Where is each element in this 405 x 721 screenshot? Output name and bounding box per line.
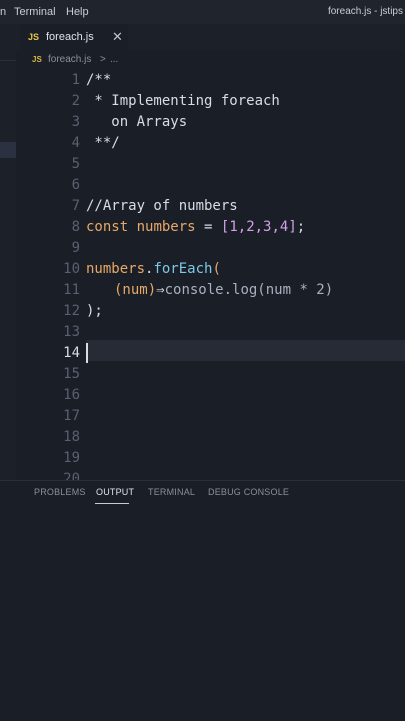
line-number: 4 (71, 135, 80, 151)
breadcrumb-separator: > (100, 54, 106, 65)
sidebar-divider (0, 60, 16, 61)
code-line: 4 **/ (16, 133, 405, 154)
line-number: 15 (63, 366, 80, 382)
line-number: 14 (63, 345, 80, 361)
code-line: 6 (16, 175, 405, 196)
line-number: 20 (63, 471, 80, 480)
bottom-panel: PROBLEMS OUTPUT TERMINAL DEBUG CONSOLE (0, 480, 405, 721)
line-number: 17 (63, 408, 80, 424)
code-line: 12 ); (16, 301, 405, 322)
javascript-file-icon: JS (28, 32, 40, 42)
code-line: 11 (num)⇒console.log(num * 2) (16, 280, 405, 301)
code-line: 19 (16, 448, 405, 469)
code-line-active: 14 (16, 343, 405, 364)
param-token: (num) (114, 282, 157, 298)
code-line: 2 * Implementing foreach (16, 91, 405, 112)
menu-item-help[interactable]: Help (66, 6, 89, 18)
array-literal-token: [1,2,3,4] (220, 219, 297, 235)
code-line: 20 (16, 469, 405, 480)
code-line: 15 (16, 364, 405, 385)
code-text: **/ (86, 135, 120, 151)
call-token: console.log(num * 2) (164, 282, 334, 298)
breadcrumb: JS foreach.js > ... (16, 50, 405, 70)
text-cursor (86, 343, 88, 363)
paren-token: ( (212, 261, 221, 277)
line-number: 8 (71, 219, 80, 235)
menu-item-partial[interactable]: n (0, 6, 6, 18)
code-line: 7 //Array of numbers (16, 196, 405, 217)
variable-token: numbers (136, 219, 196, 235)
tab-foreach-js[interactable]: JS foreach.js ✕ (20, 24, 128, 51)
operator-token: = (195, 219, 221, 235)
line-number: 7 (71, 198, 80, 214)
code-line: 17 (16, 406, 405, 427)
line-number: 6 (71, 177, 80, 193)
line-number: 19 (63, 450, 80, 466)
function-token: forEach (153, 261, 213, 277)
tab-label: foreach.js (46, 31, 94, 43)
code-text: numbers.forEach( (86, 261, 221, 277)
line-number: 10 (63, 261, 80, 277)
code-text: ); (86, 303, 103, 319)
code-line: 9 (16, 238, 405, 259)
editor-tab-bar: JS foreach.js ✕ (16, 24, 405, 51)
breadcrumb-more[interactable]: ... (110, 54, 118, 65)
code-line: 13 (16, 322, 405, 343)
code-line: 18 (16, 427, 405, 448)
breadcrumb-file[interactable]: foreach.js (48, 54, 91, 65)
line-number: 1 (71, 72, 80, 88)
line-number: 18 (63, 429, 80, 445)
tab-output[interactable]: OUTPUT (96, 487, 134, 497)
sidebar-selected-item[interactable] (0, 142, 16, 158)
arrow-token: ⇒ (156, 282, 165, 298)
code-line: 5 (16, 154, 405, 175)
code-text: (num)⇒console.log(num * 2) (114, 282, 333, 298)
code-text: const numbers = [1,2,3,4]; (86, 219, 305, 235)
close-icon[interactable]: ✕ (112, 29, 123, 45)
line-number: 12 (63, 303, 80, 319)
javascript-file-icon: JS (32, 55, 42, 64)
punctuation-token: ; (296, 219, 306, 235)
code-line: 3 on Arrays (16, 112, 405, 133)
variable-token: numbers (86, 261, 146, 277)
menu-bar: n Terminal Help foreach.js - jstips (0, 0, 405, 24)
code-text: //Array of numbers (86, 198, 238, 214)
line-number: 9 (71, 240, 80, 256)
menu-item-terminal[interactable]: Terminal (14, 6, 56, 18)
line-number: 16 (63, 387, 80, 403)
tab-terminal[interactable]: TERMINAL (148, 487, 195, 497)
code-line: 1 /** (16, 70, 405, 91)
line-number: 3 (71, 114, 80, 130)
line-number: 5 (71, 156, 80, 172)
code-line: 8 const numbers = [1,2,3,4]; (16, 217, 405, 238)
code-text: * Implementing foreach (86, 93, 280, 109)
keyword-token: const (86, 219, 129, 235)
line-number: 11 (63, 282, 80, 298)
code-editor[interactable]: 1 /** 2 * Implementing foreach 3 on Arra… (16, 70, 405, 480)
code-text: on Arrays (86, 114, 188, 130)
window-title: foreach.js - jstips (327, 6, 403, 17)
code-line: 10 numbers.forEach( (16, 259, 405, 280)
code-line: 16 (16, 385, 405, 406)
code-text: /** (86, 72, 112, 88)
tab-debug-console[interactable]: DEBUG CONSOLE (208, 487, 289, 497)
line-number: 13 (63, 324, 80, 340)
tab-problems[interactable]: PROBLEMS (34, 487, 86, 497)
active-tab-indicator (95, 503, 129, 504)
line-number: 2 (71, 93, 80, 109)
